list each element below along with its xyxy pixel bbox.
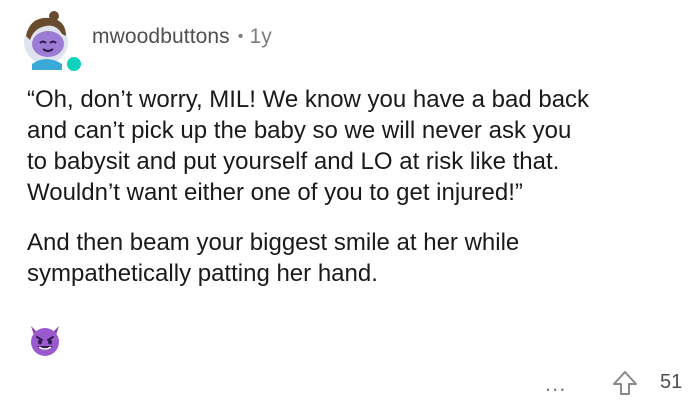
vote-score: 51	[660, 371, 683, 393]
comment-age[interactable]: 1y	[250, 25, 272, 48]
comment-meta: mwoodbuttons • 1y	[92, 25, 272, 49]
comment-body: “Oh, don’t worry, MIL! We know you have …	[27, 84, 687, 308]
comment-paragraph: And then beam your biggest smile at her …	[27, 229, 520, 287]
comment-paragraph: “Oh, don’t worry, MIL! We know you have …	[27, 86, 590, 206]
username[interactable]: mwoodbuttons	[92, 25, 230, 48]
comment-actions: ... 51	[0, 365, 700, 401]
online-status-icon	[64, 54, 84, 74]
upvote-arrow-icon[interactable]	[611, 369, 639, 397]
meta-separator: •	[237, 28, 244, 45]
smiling-imp-emoji-icon	[31, 326, 59, 356]
more-options-button[interactable]: ...	[545, 371, 566, 397]
comment-header: mwoodbuttons • 1y	[16, 10, 676, 74]
